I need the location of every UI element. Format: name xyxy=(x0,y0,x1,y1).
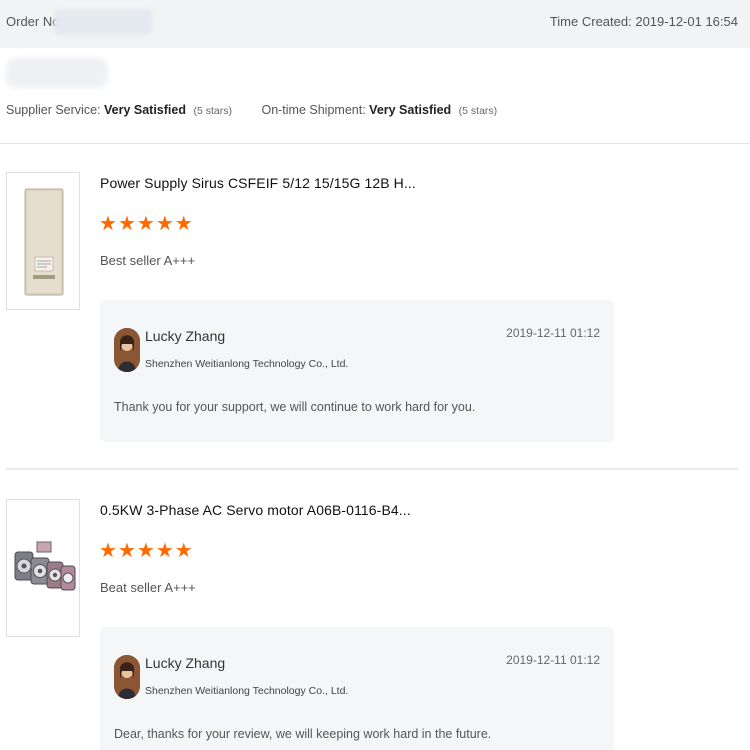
seller-name: Lucky Zhang xyxy=(145,328,226,344)
supplier-service-rating: Supplier Service: Very Satisfied (5 star… xyxy=(6,103,232,117)
avatar xyxy=(114,655,140,699)
buyer-redacted xyxy=(6,58,108,88)
star-icon: ★ xyxy=(117,540,136,562)
divider xyxy=(0,143,750,144)
supplier-service-label: Supplier Service: xyxy=(6,103,101,117)
product-title[interactable]: Power Supply Sirus CSFEIF 5/12 15/15G 12… xyxy=(100,175,416,191)
review-stars: ★ ★ ★ ★ ★ xyxy=(99,214,193,234)
order-no-redacted xyxy=(54,9,152,35)
star-icon: ★ xyxy=(155,213,174,235)
product-thumbnail[interactable] xyxy=(6,499,80,637)
star-icon: ★ xyxy=(174,540,193,562)
supplier-service-value: Very Satisfied xyxy=(103,103,186,117)
shipment-stars: (5 stars) xyxy=(458,105,498,117)
seller-reply: Lucky Zhang Shenzhen Weitianlong Technol… xyxy=(100,300,614,442)
avatar xyxy=(114,328,140,372)
product-title[interactable]: 0.5KW 3-Phase AC Servo motor A06B-0116-B… xyxy=(100,502,411,518)
star-icon: ★ xyxy=(99,213,117,235)
shipment-label: On-time Shipment: xyxy=(261,103,366,117)
supplier-service-stars: (5 stars) xyxy=(193,105,232,117)
time-created-label: Time Created: xyxy=(549,14,632,29)
seller-company: Shenzhen Weitianlong Technology Co., Ltd… xyxy=(145,685,349,697)
reply-date: 2019-12-11 01:12 xyxy=(506,326,600,340)
star-icon: ★ xyxy=(136,213,155,235)
reply-text: Dear, thanks for your review, we will ke… xyxy=(114,727,492,741)
star-icon: ★ xyxy=(99,540,117,562)
review-stars: ★ ★ ★ ★ ★ xyxy=(99,541,193,561)
reply-text: Thank you for your support, we will cont… xyxy=(114,400,476,414)
time-created-value: 2019-12-01 16:54 xyxy=(635,14,738,29)
review-text: Best seller A+++ xyxy=(100,253,196,268)
overall-ratings: Supplier Service: Very Satisfied (5 star… xyxy=(6,103,523,117)
time-created: Time Created: 2019-12-01 16:54 xyxy=(550,14,738,29)
divider xyxy=(6,468,738,470)
star-icon: ★ xyxy=(174,213,193,235)
shipment-value: Very Satisfied xyxy=(369,103,452,117)
star-icon: ★ xyxy=(136,540,155,562)
reply-date: 2019-12-11 01:12 xyxy=(506,653,600,667)
review-text: Beat seller A+++ xyxy=(100,580,196,595)
product-thumbnail[interactable] xyxy=(6,172,80,310)
shipment-rating: On-time Shipment: Very Satisfied (5 star… xyxy=(261,103,497,117)
seller-name: Lucky Zhang xyxy=(145,655,226,671)
star-icon: ★ xyxy=(155,540,174,562)
seller-company: Shenzhen Weitianlong Technology Co., Ltd… xyxy=(145,358,349,370)
star-icon: ★ xyxy=(117,213,136,235)
order-header: Order No.: Time Created: 2019-12-01 16:5… xyxy=(0,0,750,48)
seller-reply: Lucky Zhang Shenzhen Weitianlong Technol… xyxy=(100,627,614,750)
